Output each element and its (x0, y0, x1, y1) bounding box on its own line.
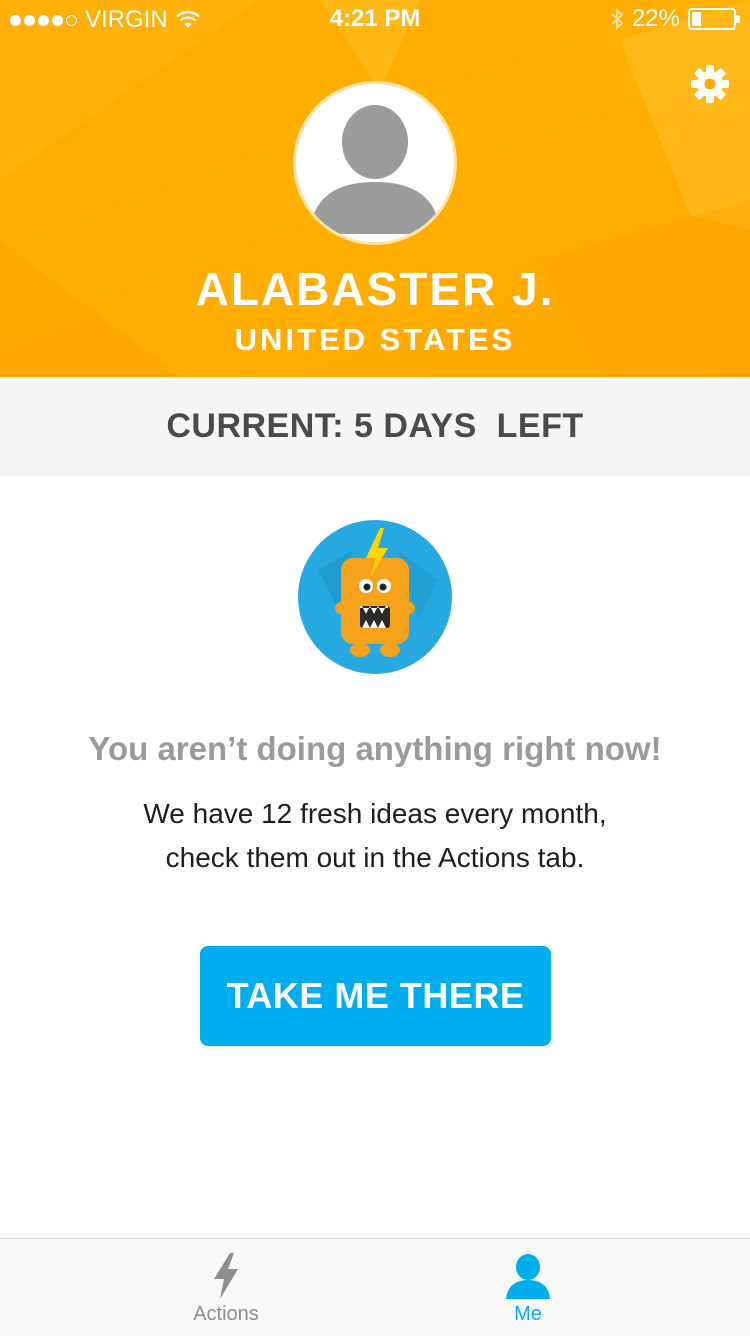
default-user-icon (310, 105, 440, 234)
tab-bar: Actions Me (0, 1238, 750, 1336)
tab-me[interactable]: Me (453, 1239, 603, 1336)
user-name: ALABASTER J. (195, 263, 555, 315)
gear-icon[interactable] (690, 64, 730, 104)
tab-me-label: Me (514, 1303, 542, 1325)
status-bar: VIRGIN 4:21 PM 22% (0, 0, 750, 40)
monster-icon (298, 520, 452, 674)
battery-icon (688, 8, 740, 30)
user-country: UNITED STATES (234, 322, 516, 357)
avatar[interactable] (293, 81, 457, 245)
profile-header: VIRGIN 4:21 PM 22% ALABASTER J. UNITED S… (0, 0, 750, 377)
lightning-icon (214, 1253, 238, 1299)
tab-actions[interactable]: Actions (151, 1239, 301, 1336)
status-right: 22% (610, 5, 740, 33)
bluetooth-icon (611, 7, 624, 31)
empty-state-body: We have 12 fresh ideas every month, chec… (143, 798, 607, 873)
take-me-there-button[interactable]: TAKE ME THERE (200, 946, 551, 1046)
current-status-bar: CURRENT: 5 DAYS LEFT (0, 377, 750, 476)
battery-percent: 22% (631, 5, 680, 32)
tab-actions-label: Actions (193, 1303, 259, 1325)
empty-state-title: You aren’t doing anything right now! (88, 730, 662, 767)
battery-level (692, 12, 701, 26)
current-status-text: CURRENT: 5 DAYS LEFT (166, 407, 584, 445)
person-icon (506, 1254, 550, 1299)
